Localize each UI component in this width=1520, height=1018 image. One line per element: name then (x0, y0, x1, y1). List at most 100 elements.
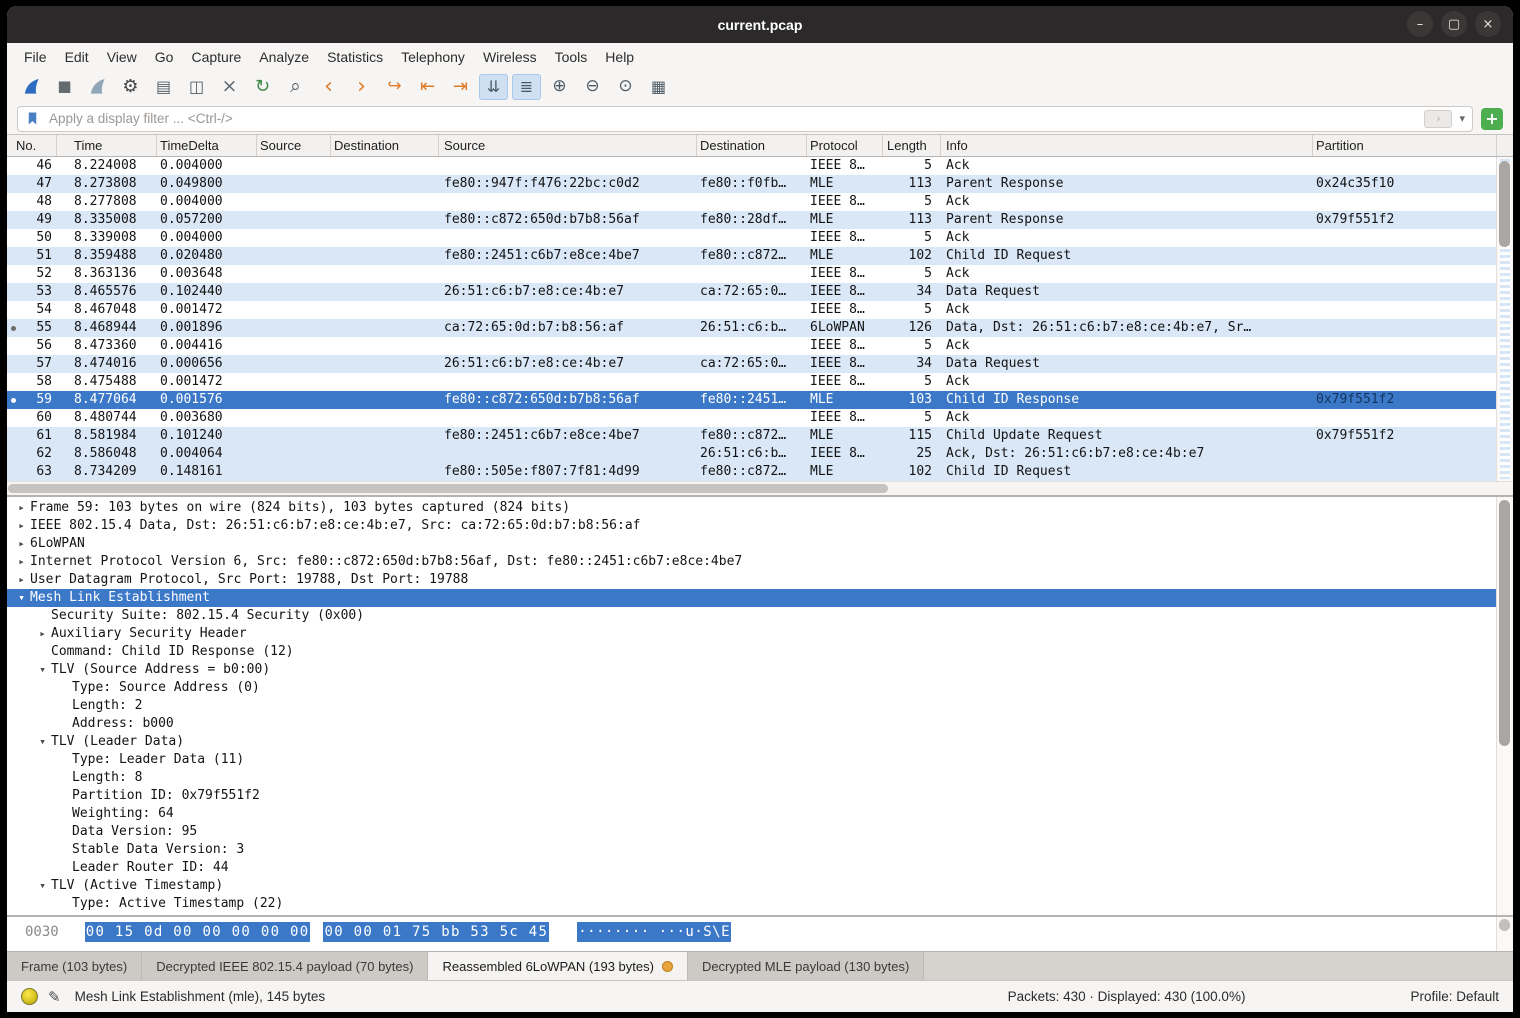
save-file-button[interactable]: ◫ (182, 74, 211, 100)
detail-line[interactable]: Stable Data Version: 3 (7, 841, 1496, 859)
scrollbar-thumb[interactable] (1499, 500, 1510, 746)
scrollbar-thumb[interactable] (8, 484, 888, 493)
detail-line[interactable]: Command: Child ID Response (12) (7, 643, 1496, 661)
bytes-scrollbar[interactable] (1496, 917, 1513, 951)
packet-row[interactable]: 498.3350080.057200fe80::c872:650d:b7b8:5… (7, 211, 1496, 229)
close-button[interactable]: × (1475, 11, 1501, 37)
go-to-packet-button[interactable]: ↪ (380, 74, 409, 100)
byte-tab-decrypted-mle-payload-130-bytes[interactable]: Decrypted MLE payload (130 bytes) (688, 952, 924, 980)
detail-line[interactable]: Length: 2 (7, 697, 1496, 715)
menu-item-analyze[interactable]: Analyze (250, 46, 318, 68)
detail-line[interactable]: Address: b000 (7, 715, 1496, 733)
display-filter-field[interactable]: › ▾ (17, 106, 1473, 132)
column-header-timedelta-2[interactable]: TimeDelta (157, 135, 257, 156)
details-scrollbar[interactable] (1496, 497, 1513, 915)
filter-bookmark-icon[interactable] (25, 110, 40, 127)
packet-list-scrollbar[interactable] (1496, 157, 1513, 481)
colorize-button[interactable]: ≣ (512, 74, 541, 100)
start-capture-button[interactable] (17, 74, 46, 100)
detail-line[interactable]: Partition ID: 0x79f551f2 (7, 787, 1496, 805)
restart-capture-button[interactable] (83, 74, 112, 100)
column-header-info-9[interactable]: Info (941, 135, 1313, 156)
collapse-expander-icon[interactable]: ▾ (34, 733, 51, 751)
zoom-in-button[interactable]: ⊕ (545, 74, 574, 100)
detail-line[interactable]: Data Version: 95 (7, 823, 1496, 841)
packet-row[interactable]: 558.4689440.001896ca:72:65:0d:b7:b8:56:a… (7, 319, 1496, 337)
byte-tab-frame-103-bytes[interactable]: Frame (103 bytes) (7, 952, 142, 980)
resize-columns-button[interactable]: ▦ (644, 74, 673, 100)
capture-options-button[interactable]: ⚙ (116, 74, 145, 100)
detail-line[interactable]: ▸IEEE 802.15.4 Data, Dst: 26:51:c6:b7:e8… (7, 517, 1496, 535)
detail-line[interactable]: Security Suite: 802.15.4 Security (0x00) (7, 607, 1496, 625)
packet-row[interactable]: 528.3631360.003648IEEE 8…5Ack (7, 265, 1496, 283)
detail-line[interactable]: ▾TLV (Leader Data) (7, 733, 1496, 751)
go-back-button[interactable]: ‹ (314, 74, 343, 100)
packet-row[interactable]: 488.2778080.004000IEEE 8…5Ack (7, 193, 1496, 211)
column-header-length-8[interactable]: Length (883, 135, 941, 156)
close-file-button[interactable]: × (215, 74, 244, 100)
packet-row[interactable]: 628.5860480.00406426:51:c6:b…IEEE 8…25Ac… (7, 445, 1496, 463)
byte-tab-decrypted-ieee-802-15-4-payload-70-bytes[interactable]: Decrypted IEEE 802.15.4 payload (70 byte… (142, 952, 428, 980)
open-file-button[interactable]: ▤ (149, 74, 178, 100)
detail-line[interactable]: ▸Frame 59: 103 bytes on wire (824 bits),… (7, 499, 1496, 517)
expand-expander-icon[interactable]: ▸ (13, 571, 30, 589)
maximize-button[interactable]: ▢ (1441, 11, 1467, 37)
detail-line[interactable]: ▸6LoWPAN (7, 535, 1496, 553)
display-filter-input[interactable] (47, 110, 1417, 127)
menu-item-wireless[interactable]: Wireless (474, 46, 546, 68)
menu-item-edit[interactable]: Edit (56, 46, 98, 68)
add-filter-button[interactable]: + (1481, 108, 1503, 130)
scrollbar-thumb[interactable] (1499, 161, 1510, 247)
column-header-protocol-7[interactable]: Protocol (807, 135, 883, 156)
packet-list-hscrollbar[interactable] (7, 481, 1513, 495)
expand-expander-icon[interactable]: ▸ (13, 517, 30, 535)
detail-line[interactable]: ▸User Datagram Protocol, Src Port: 19788… (7, 571, 1496, 589)
column-header-partition-10[interactable]: Partition (1313, 135, 1497, 156)
packet-row[interactable]: 638.7342090.148161fe80::505e:f807:7f81:4… (7, 463, 1496, 481)
reload-file-button[interactable]: ↻ (248, 74, 277, 100)
detail-line[interactable]: ▾TLV (Active Timestamp) (7, 877, 1496, 895)
column-header-source-3[interactable]: Source (257, 135, 331, 156)
column-header-no-0[interactable]: No. (7, 135, 57, 156)
packet-row[interactable]: 518.3594880.020480fe80::2451:c6b7:e8ce:4… (7, 247, 1496, 265)
packet-row[interactable]: 618.5819840.101240fe80::2451:c6b7:e8ce:4… (7, 427, 1496, 445)
packet-row[interactable]: 538.4655760.10244026:51:c6:b7:e8:ce:4b:e… (7, 283, 1496, 301)
menu-item-file[interactable]: File (15, 46, 56, 68)
filter-history-dropdown-icon[interactable]: ▾ (1459, 112, 1465, 125)
expert-info-icon[interactable] (21, 988, 38, 1005)
detail-line[interactable]: ▾TLV (Source Address = b0:00) (7, 661, 1496, 679)
collapse-expander-icon[interactable]: ▾ (34, 661, 51, 679)
expand-expander-icon[interactable]: ▸ (13, 553, 30, 571)
packet-row[interactable]: 468.2240080.004000IEEE 8…5Ack (7, 157, 1496, 175)
packet-row[interactable]: 568.4733600.004416IEEE 8…5Ack (7, 337, 1496, 355)
detail-line[interactable]: ▾Mesh Link Establishment (7, 589, 1496, 607)
packet-row[interactable]: 588.4754880.001472IEEE 8…5Ack (7, 373, 1496, 391)
column-header-source-5[interactable]: Source (439, 135, 697, 156)
titlebar[interactable]: current.pcap – ▢ × (7, 6, 1513, 43)
scrollbar-thumb[interactable] (1499, 919, 1510, 931)
go-forward-button[interactable]: › (347, 74, 376, 100)
find-packet-button[interactable]: ⌕ (281, 74, 310, 100)
packet-row[interactable]: 478.2738080.049800fe80::947f:f476:22bc:c… (7, 175, 1496, 193)
menu-item-go[interactable]: Go (146, 46, 183, 68)
expand-expander-icon[interactable]: ▸ (13, 535, 30, 553)
packet-row[interactable]: 608.4807440.003680IEEE 8…5Ack (7, 409, 1496, 427)
detail-line[interactable]: Length: 8 (7, 769, 1496, 787)
zoom-out-button[interactable]: ⊖ (578, 74, 607, 100)
byte-tab-reassembled-6lowpan-193-bytes[interactable]: Reassembled 6LoWPAN (193 bytes) (428, 952, 687, 980)
detail-line[interactable]: Leader Router ID: 44 (7, 859, 1496, 877)
packet-row[interactable]: 508.3390080.004000IEEE 8…5Ack (7, 229, 1496, 247)
hex-row[interactable]: 0030 00 15 0d 00 00 00 00 00 00 00 01 75… (7, 919, 1496, 945)
column-header-time-1[interactable]: Time (57, 135, 157, 156)
zoom-original-button[interactable]: ⊙ (611, 74, 640, 100)
detail-line[interactable]: Type: Source Address (0) (7, 679, 1496, 697)
detail-line[interactable]: Type: Active Timestamp (22) (7, 895, 1496, 913)
status-profile[interactable]: Profile: Default (1410, 989, 1499, 1004)
capture-comment-icon[interactable]: ✎ (48, 988, 61, 1006)
menu-item-tools[interactable]: Tools (546, 46, 597, 68)
packet-row[interactable]: 548.4670480.001472IEEE 8…5Ack (7, 301, 1496, 319)
menu-item-statistics[interactable]: Statistics (318, 46, 392, 68)
packet-row[interactable]: 598.4770640.001576fe80::c872:650d:b7b8:5… (7, 391, 1496, 409)
detail-line[interactable]: Type: Leader Data (11) (7, 751, 1496, 769)
expand-expander-icon[interactable]: ▸ (34, 625, 51, 643)
